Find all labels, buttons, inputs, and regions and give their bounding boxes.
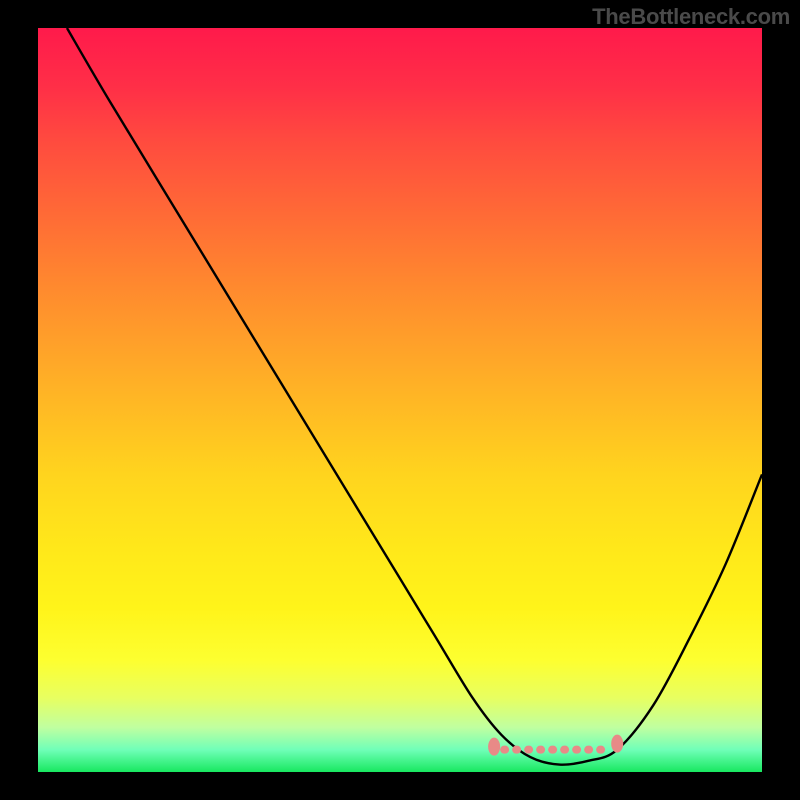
plot-area (38, 28, 762, 772)
watermark-text: TheBottleneck.com (592, 4, 790, 30)
highlight-band (38, 28, 762, 772)
